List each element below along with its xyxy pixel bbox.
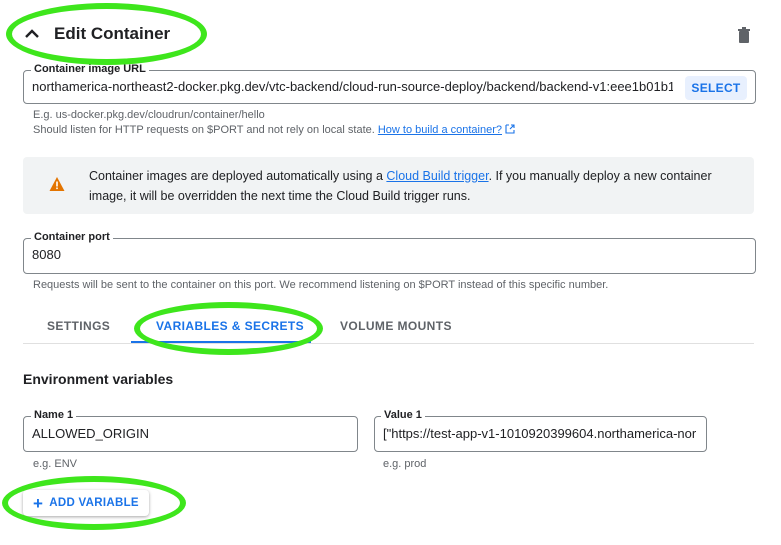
env-name-hint: e.g. ENV	[33, 458, 78, 470]
tab-divider	[23, 343, 754, 344]
port-field[interactable]	[23, 238, 756, 274]
active-tab-indicator	[131, 341, 311, 343]
build-container-link[interactable]: How to build a container?	[378, 124, 502, 136]
add-variable-label: ADD VARIABLE	[49, 497, 139, 509]
env-name-value[interactable]: ALLOWED_ORIGIN	[32, 426, 347, 441]
trash-icon[interactable]	[735, 26, 753, 44]
add-variable-button[interactable]: + ADD VARIABLE	[23, 490, 149, 516]
banner-text: Container images are deployed automatica…	[89, 166, 739, 206]
image-url-hint: Should listen for HTTP requests on $PORT…	[33, 124, 515, 136]
port-label: Container port	[31, 231, 113, 243]
banner-text-before: Container images are deployed automatica…	[89, 169, 383, 183]
page-title: Edit Container	[54, 24, 171, 43]
env-value-hint: e.g. prod	[383, 458, 427, 470]
image-url-label: Container image URL	[31, 63, 149, 75]
env-value-value[interactable]: ["https://test-app-v1-1010920399604.nort…	[383, 426, 699, 441]
port-hint: Requests will be sent to the container o…	[33, 279, 609, 291]
open-in-new-icon[interactable]	[505, 124, 515, 134]
env-name-label: Name 1	[31, 409, 77, 421]
cloud-build-trigger-link[interactable]: Cloud Build trigger	[386, 169, 488, 183]
image-url-example-hint: E.g. us-docker.pkg.dev/cloudrun/containe…	[33, 109, 265, 121]
chevron-up-icon[interactable]	[22, 24, 42, 44]
env-section-title: Environment variables	[23, 371, 174, 387]
tab-variables-secrets[interactable]: VARIABLES & SECRETS	[156, 319, 304, 333]
plus-icon: +	[33, 493, 44, 513]
tab-volume-mounts[interactable]: VOLUME MOUNTS	[340, 319, 452, 333]
select-button[interactable]: SELECT	[685, 76, 747, 100]
warning-icon	[49, 177, 65, 191]
port-value[interactable]: 8080	[32, 247, 61, 262]
tab-settings[interactable]: SETTINGS	[47, 319, 110, 333]
info-banner: Container images are deployed automatica…	[23, 157, 754, 214]
image-url-value[interactable]: northamerica-northeast2-docker.pkg.dev/v…	[32, 79, 673, 94]
image-url-hint-text: Should listen for HTTP requests on $PORT…	[33, 124, 375, 136]
env-value-label: Value 1	[381, 409, 425, 421]
